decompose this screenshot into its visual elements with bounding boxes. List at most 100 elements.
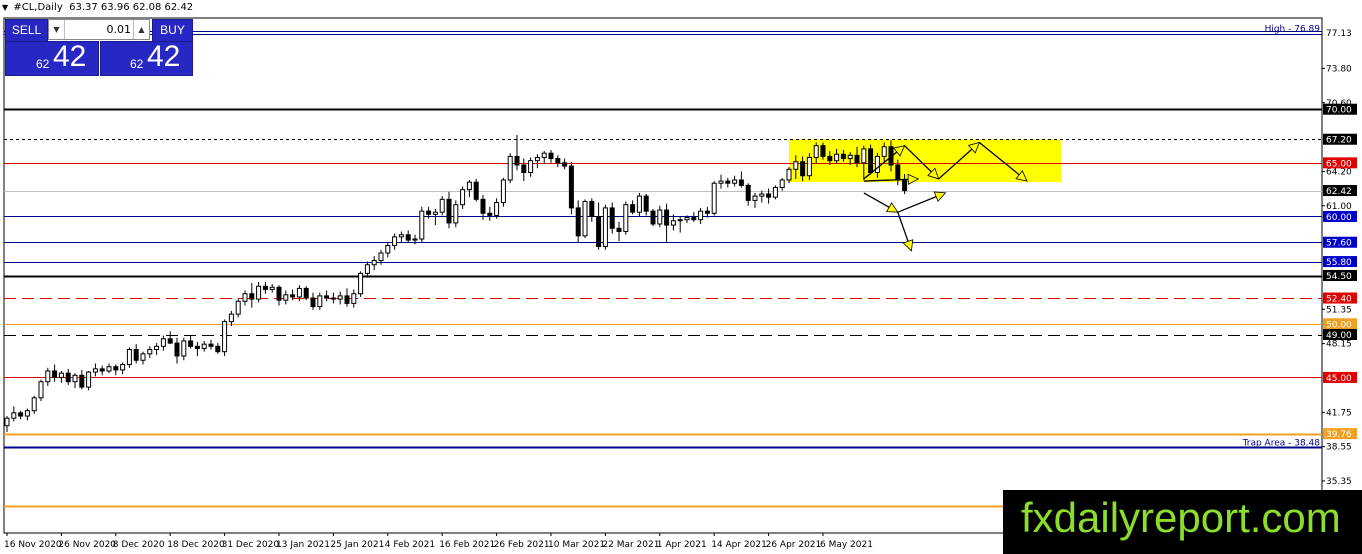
buy-button[interactable]: BUY [152, 19, 193, 42]
candle-body [174, 342, 180, 357]
level-price-tag-label: 65.00 [1326, 159, 1352, 169]
candle-body [426, 210, 432, 215]
candle-body [249, 293, 255, 300]
candle-body [752, 195, 758, 201]
candle-body [58, 372, 64, 378]
candle-body [330, 297, 336, 300]
candle-body [72, 374, 78, 383]
candle-body [45, 370, 51, 383]
candle-body [222, 321, 228, 353]
candle-body [820, 145, 826, 157]
candle-body [147, 349, 153, 355]
candle-body [596, 215, 602, 248]
buy-price-small: 62 [130, 57, 144, 71]
level-price-tag-label: 54.50 [1326, 272, 1352, 282]
candle-body [371, 259, 377, 266]
candle-body [140, 353, 146, 361]
candle-body [630, 204, 636, 213]
candle-body [868, 148, 874, 173]
sell-price-big: 42 [53, 40, 87, 73]
candle-body [99, 368, 105, 372]
candle-body [698, 210, 704, 221]
x-tick-label: 26 Feb 2021 [494, 540, 550, 550]
decrease-lot-icon[interactable]: ▼ [49, 20, 65, 39]
candle-body [575, 207, 581, 237]
candle-body [548, 152, 554, 160]
candle-body [358, 272, 364, 295]
level-price-tag-label: 60.00 [1326, 213, 1352, 223]
x-tick-label: 14 Apr 2021 [711, 540, 767, 550]
candle-body [847, 154, 853, 160]
candle-body [902, 179, 908, 192]
candle-body [256, 285, 262, 300]
candle-body [65, 372, 71, 383]
candle-body [623, 204, 629, 233]
candle-body [718, 180, 724, 184]
candle-body [11, 412, 17, 419]
candle-body [473, 181, 479, 200]
level-price-tag-label: 52.40 [1326, 295, 1352, 305]
sell-price-box[interactable]: 62 42 [5, 40, 99, 76]
triangle-down-icon[interactable]: ▼ [2, 3, 8, 12]
buy-price-big: 42 [147, 40, 181, 73]
y-tick-label: 51.35 [1326, 305, 1352, 315]
lot-size-input[interactable] [65, 21, 134, 38]
x-tick-label: 10 Mar 2021 [548, 540, 605, 550]
candle-body [534, 156, 540, 162]
level-note: Trap Area - 38.48 [1242, 439, 1321, 449]
candle-body [126, 349, 132, 366]
candle-body [500, 179, 506, 204]
candle-body [677, 219, 683, 222]
level-price-tag-label: 70.00 [1326, 106, 1352, 116]
candle-body [181, 340, 187, 357]
candle-body [290, 294, 296, 298]
one-click-trading-panel: SELL ▼ ▲ BUY 62 42 62 42 [5, 19, 193, 76]
candle-body [616, 227, 622, 233]
candle-body [337, 295, 343, 300]
y-tick-label: 41.75 [1326, 408, 1352, 418]
candle-body [684, 217, 690, 221]
candle-body [725, 180, 731, 184]
candle-body [419, 210, 425, 240]
candle-body [392, 236, 398, 246]
candle-body [188, 340, 194, 347]
candle-body [167, 338, 173, 344]
sell-button[interactable]: SELL [5, 19, 48, 42]
candle-body [766, 193, 772, 198]
level-price-tag-label: 45.00 [1326, 374, 1352, 384]
candle-body [4, 417, 10, 427]
x-tick-label: 16 Feb 2021 [439, 540, 495, 550]
level-price-tag-label: 50.00 [1326, 320, 1352, 330]
candle-body [854, 154, 860, 164]
level-price-tag-label: 77.13 [1326, 29, 1352, 39]
candle-body [344, 295, 350, 304]
candle-body [303, 287, 309, 299]
candle-body [317, 295, 323, 308]
candle-body [351, 293, 357, 304]
candle-body [528, 160, 534, 174]
candle-body [310, 297, 316, 308]
forecast-arrow-head [902, 239, 914, 252]
candle-body [874, 155, 880, 173]
level-price-tag-label: 55.80 [1326, 258, 1352, 268]
x-tick-label: 25 Jan 2021 [330, 540, 384, 550]
candle-body [779, 179, 785, 189]
lot-size-stepper[interactable]: ▼ ▲ [48, 19, 150, 40]
candle-body [242, 293, 248, 302]
candle-body [745, 184, 751, 201]
candle-body [793, 161, 799, 170]
buy-price-box[interactable]: 62 42 [100, 40, 193, 76]
candle-body [296, 287, 302, 298]
candle-body [657, 209, 663, 225]
price-chart[interactable]: High - 76.89Trap Area - 38.4873.8070.606… [0, 0, 1362, 554]
candle-body [113, 366, 119, 371]
candle-body [283, 294, 289, 301]
candle-body [24, 410, 30, 417]
candle-body [480, 198, 486, 214]
x-tick-label: 26 Apr 2021 [766, 540, 822, 550]
candle-body [521, 164, 527, 173]
increase-lot-icon[interactable]: ▲ [133, 20, 149, 39]
candle-body [120, 364, 126, 371]
candle-body [398, 234, 404, 238]
candle-body [562, 162, 568, 167]
